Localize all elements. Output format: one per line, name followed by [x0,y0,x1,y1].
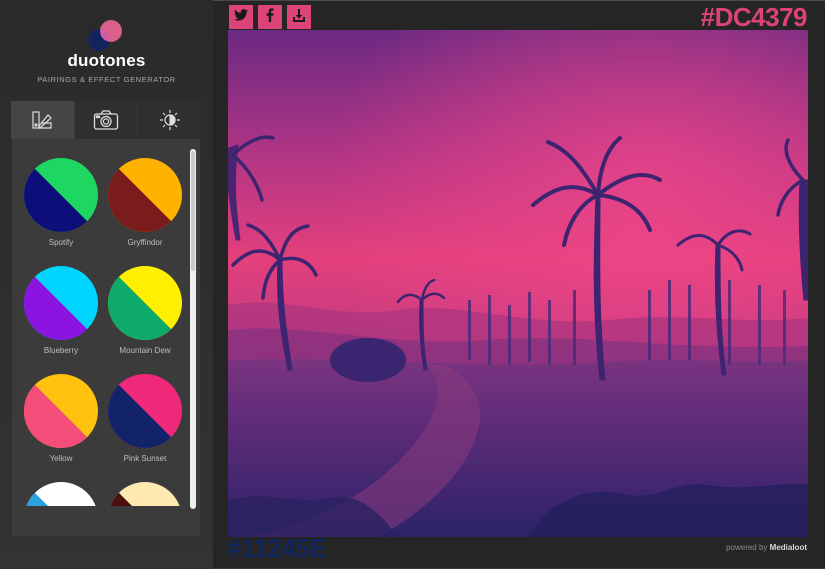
highlight-hex-code[interactable]: #DC4379 [701,2,808,33]
brightness-icon [159,109,181,131]
swatch-label: Yellow [49,454,73,463]
tab-brightness[interactable] [138,101,202,139]
pairings-panel: Spotify Gryffindor Blueberry Mountain De… [11,101,202,537]
swatch-gryffindor[interactable]: Gryffindor [108,158,182,247]
brand-name: duotones [67,51,146,70]
tab-camera[interactable] [74,101,139,139]
swatch-pink-sunset[interactable]: Pink Sunset [108,374,182,463]
swatch-partial[interactable] [108,482,182,506]
swatch-circle [24,482,98,506]
swatch-circle [24,266,98,340]
swatch-circle [108,482,182,506]
twitter-share-button[interactable] [229,5,253,29]
swatch-circle [108,266,182,340]
swatch-circle [108,374,182,448]
swatch-mountain-dew[interactable]: Mountain Dew [108,266,182,355]
shadow-hex-code[interactable]: #11245E [227,533,327,564]
panel-tabs [11,101,202,139]
tab-pairings[interactable] [11,101,75,139]
duotone-preview-image [228,30,808,537]
scrollbar-thumb[interactable] [191,151,195,271]
brand-tagline: PAIRINGS & EFFECT GENERATOR [37,75,176,84]
duotones-logo [88,20,124,52]
twitter-icon [234,8,248,26]
powered-brand: Medialoot [769,543,807,552]
download-button[interactable] [287,5,311,29]
swatch-partial[interactable] [24,482,98,506]
swatch-grid: Spotify Gryffindor Blueberry Mountain De… [11,141,191,506]
facebook-share-button[interactable] [258,5,282,29]
swatch-label: Mountain Dew [119,346,171,355]
swatch-scrollbar[interactable] [190,149,196,509]
palette-swatches-icon [31,109,53,131]
swatch-circle [24,374,98,448]
swatch-circle [108,158,182,232]
facebook-icon [266,7,274,27]
powered-by[interactable]: powered by Medialoot [726,543,807,552]
powered-prefix: powered by [726,543,768,552]
swatch-label: Gryffindor [127,238,163,247]
swatch-blueberry[interactable]: Blueberry [24,266,98,355]
swatch-label: Spotify [48,238,74,247]
download-icon [292,8,306,27]
swatch-yellow[interactable]: Yellow [24,374,98,463]
swatch-circle [24,158,98,232]
swatch-spotify[interactable]: Spotify [24,158,98,247]
swatch-label: Pink Sunset [123,454,167,463]
swatch-label: Blueberry [43,346,79,355]
sidebar: duotones PAIRINGS & EFFECT GENERATOR Spo… [0,0,213,569]
camera-icon [93,109,119,131]
